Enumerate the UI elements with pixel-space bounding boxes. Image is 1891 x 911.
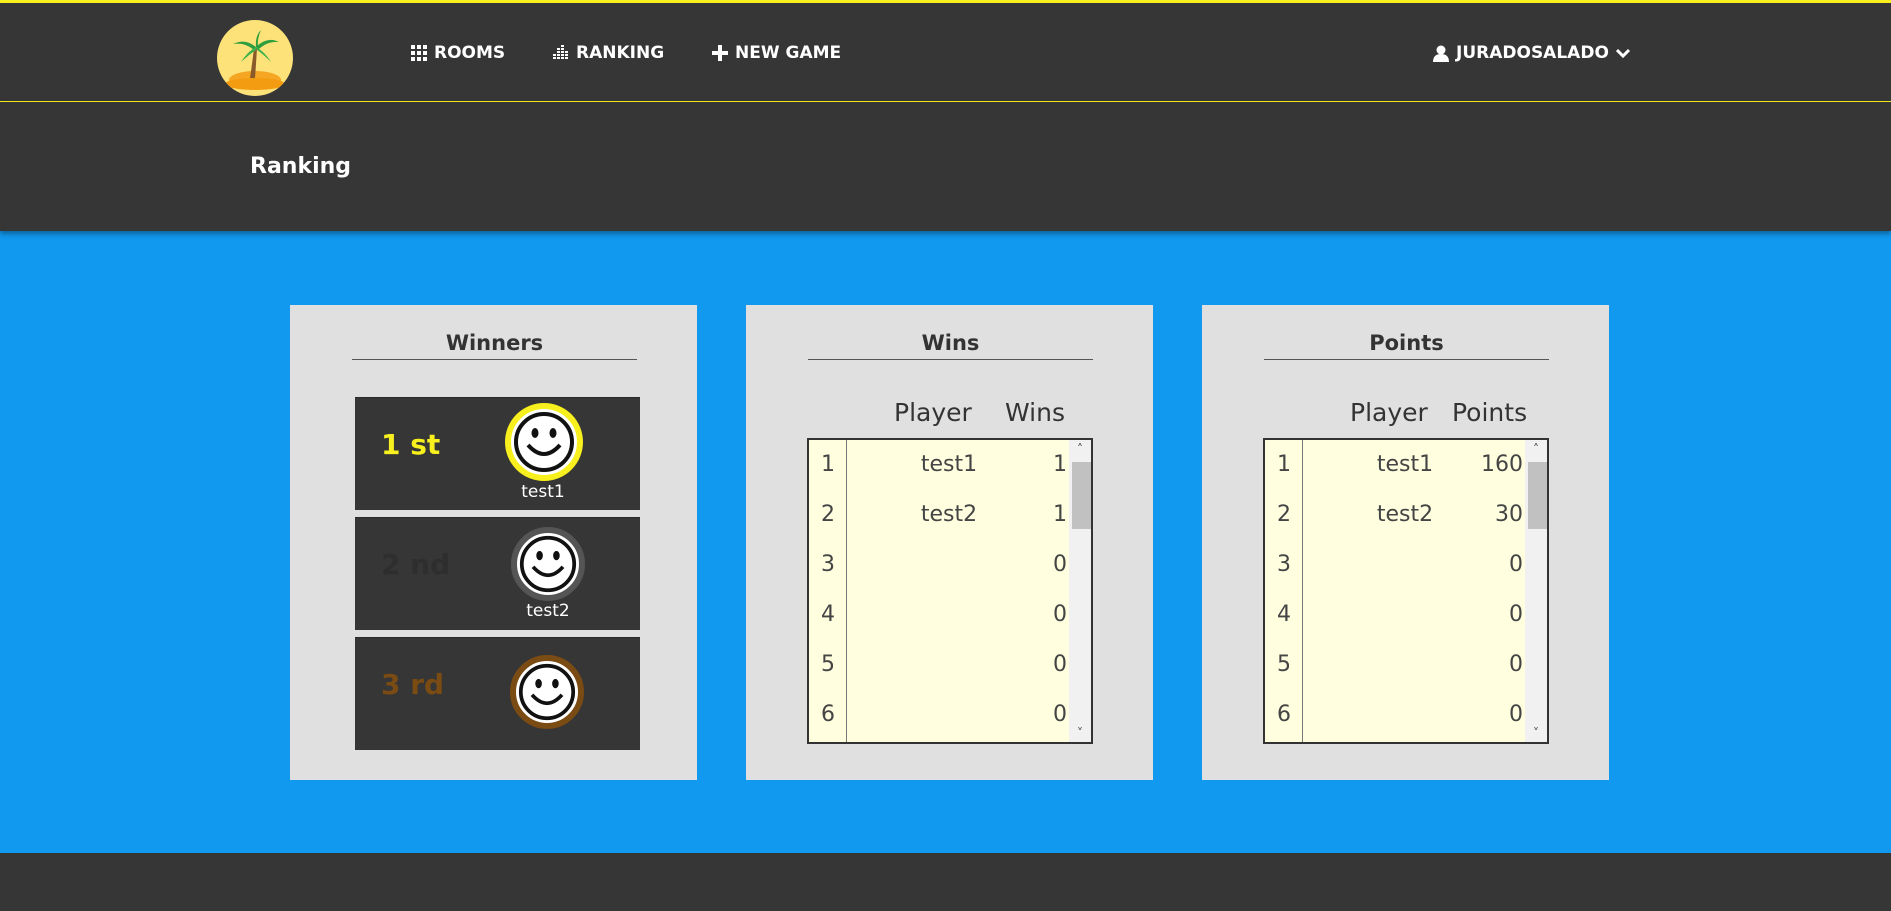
points-panel: Points Player Points 1 test1 160 2 test2…: [1202, 305, 1609, 780]
palm-island-logo[interactable]: [217, 20, 293, 96]
first-place-player: test1: [521, 482, 565, 502]
row-value: 0: [1509, 552, 1523, 577]
palm-tree-icon: [225, 30, 285, 90]
table-row: 2 test2 1: [809, 490, 1071, 540]
grid-icon: [411, 45, 427, 61]
row-player: test2: [920, 502, 978, 527]
table-row: 1 test1 1: [809, 440, 1071, 490]
points-header-player: Player: [1350, 398, 1428, 427]
second-place-label: 2 nd: [381, 548, 451, 581]
second-place-card: 2 nd test2: [355, 517, 640, 630]
nav-ranking-label: RANKING: [576, 43, 665, 63]
row-value: 0: [1053, 552, 1067, 577]
points-header-points: Points: [1452, 398, 1528, 427]
row-rank: 1: [1277, 452, 1291, 477]
avatar: [510, 655, 584, 729]
nav-rooms[interactable]: ROOMS: [411, 40, 505, 66]
first-place-card: 1 st test1: [355, 397, 640, 510]
user-icon: [1433, 45, 1449, 62]
row-rank: 2: [1277, 502, 1291, 527]
row-rank: 2: [821, 502, 835, 527]
nav-new-game[interactable]: NEW GAME: [712, 40, 841, 66]
scroll-thumb[interactable]: [1528, 462, 1547, 529]
row-value: 0: [1053, 702, 1067, 727]
page-title: Ranking: [250, 154, 352, 179]
row-rank: 6: [1277, 702, 1291, 727]
points-table[interactable]: 1 test1 160 2 test2 30 3 0 4 0 5 0 6 0 ˄…: [1263, 438, 1549, 744]
avatar: [505, 403, 583, 481]
scroll-up-arrow-icon[interactable]: ˄: [1069, 440, 1091, 458]
row-player: test1: [1376, 452, 1434, 477]
table-row: 6 0: [1265, 690, 1527, 740]
user-menu[interactable]: JURADOSALADO: [1433, 40, 1630, 66]
wins-header-wins: Wins: [1005, 398, 1065, 427]
third-place-label: 3 rd: [381, 668, 445, 701]
table-row: 6 0: [809, 690, 1071, 740]
wins-title: Wins: [808, 331, 1093, 360]
table-row: 2 test2 30: [1265, 490, 1527, 540]
row-value: 0: [1053, 602, 1067, 627]
row-player: test2: [1376, 502, 1434, 527]
plus-icon: [712, 45, 728, 61]
navbar: ROOMS RANKING NEW GAME JURADOSALADO: [0, 0, 1891, 102]
smiley-icon: [514, 412, 574, 472]
table-row: 5 0: [809, 640, 1071, 690]
wins-header-player: Player: [894, 398, 972, 427]
row-value: 1: [1053, 452, 1067, 477]
row-value: 0: [1053, 652, 1067, 677]
points-title: Points: [1264, 331, 1549, 360]
table-row: 3 0: [809, 540, 1071, 590]
table-row: 1 test1 160: [1265, 440, 1527, 490]
chevron-down-icon: [1615, 48, 1630, 58]
row-rank: 1: [821, 452, 835, 477]
row-player: test1: [920, 452, 978, 477]
nav-rooms-label: ROOMS: [434, 43, 506, 63]
wins-scrollbar[interactable]: ˄ ˅: [1069, 440, 1091, 742]
points-scrollbar[interactable]: ˄ ˅: [1525, 440, 1547, 742]
table-row: 4 0: [1265, 590, 1527, 640]
row-rank: 5: [1277, 652, 1291, 677]
table-row: 5 0: [1265, 640, 1527, 690]
nav-ranking[interactable]: RANKING: [553, 40, 664, 66]
wins-panel: Wins Player Wins 1 test1 1 2 test2 1 3 0…: [746, 305, 1153, 780]
row-rank: 4: [821, 602, 835, 627]
second-place-player: test2: [526, 601, 570, 621]
row-value: 0: [1509, 702, 1523, 727]
scroll-up-arrow-icon[interactable]: ˄: [1525, 440, 1547, 458]
scroll-down-arrow-icon[interactable]: ˅: [1525, 724, 1547, 742]
winners-title: Winners: [352, 331, 637, 360]
third-place-card: 3 rd: [355, 637, 640, 750]
avatar: [511, 527, 585, 601]
scroll-down-arrow-icon[interactable]: ˅: [1069, 724, 1091, 742]
smiley-icon: [519, 535, 577, 593]
wins-table[interactable]: 1 test1 1 2 test2 1 3 0 4 0 5 0 6 0 ˄ ˅: [807, 438, 1093, 744]
row-rank: 4: [1277, 602, 1291, 627]
row-value: 160: [1481, 452, 1523, 477]
smiley-icon: [518, 663, 576, 721]
table-row: 4 0: [809, 590, 1071, 640]
row-value: 30: [1495, 502, 1523, 527]
row-value: 0: [1509, 602, 1523, 627]
first-place-label: 1 st: [381, 428, 441, 461]
winners-panel: Winners 1 st test1 2 nd test2 3 rd: [290, 305, 697, 780]
page-header: Ranking: [0, 102, 1891, 231]
nav-new-game-label: NEW GAME: [735, 43, 842, 63]
row-value: 0: [1509, 652, 1523, 677]
row-rank: 3: [821, 552, 835, 577]
footer: [0, 853, 1891, 911]
row-rank: 6: [821, 702, 835, 727]
row-rank: 5: [821, 652, 835, 677]
user-name: JURADOSALADO: [1456, 43, 1609, 63]
table-row: 3 0: [1265, 540, 1527, 590]
bar-chart-icon: [553, 45, 568, 59]
row-value: 1: [1053, 502, 1067, 527]
row-rank: 3: [1277, 552, 1291, 577]
scroll-thumb[interactable]: [1072, 462, 1091, 529]
